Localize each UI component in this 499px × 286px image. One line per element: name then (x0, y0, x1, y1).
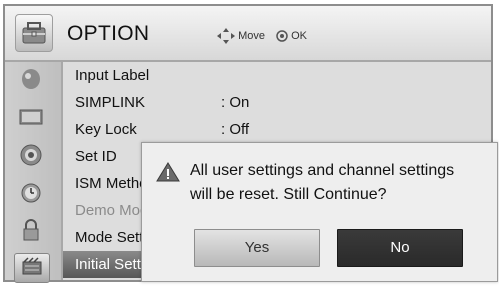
menu-item-label: Set ID (75, 148, 117, 165)
warning-icon (156, 162, 180, 182)
menu-item-label: Mode Sett (75, 229, 144, 246)
lock-icon[interactable] (14, 217, 48, 245)
dialog-message-line-2: will be reset. Still Continue? (190, 186, 387, 203)
page-title: OPTION (67, 22, 150, 45)
menu-item-value: : On (221, 94, 250, 111)
menu-item-label: SIMPLINK (75, 94, 146, 111)
move-hint-label: Move (238, 30, 265, 42)
menu-item-input-label[interactable]: Input Label (63, 62, 491, 89)
move-arrows-icon (217, 28, 235, 44)
picture-icon[interactable] (14, 65, 48, 93)
category-sidebar (5, 62, 63, 283)
menu-item-label: Initial Sett (75, 256, 141, 273)
dialog-message: All user settings and channel settings w… (190, 159, 490, 207)
menu-item-label: Demo Moc (75, 202, 148, 219)
no-button[interactable]: No (337, 229, 463, 267)
menu-item-simplink[interactable]: SIMPLINK : On (63, 89, 491, 116)
menu-item-label: Input Label (75, 67, 150, 84)
audio-icon[interactable] (14, 141, 48, 169)
option-toolbox-icon (15, 14, 53, 52)
dialog-message-line-1: All user settings and channel settings (190, 162, 455, 179)
screen-icon[interactable] (14, 103, 48, 131)
navigation-hints: Move OK (217, 28, 315, 44)
clock-icon[interactable] (14, 179, 48, 207)
menu-item-key-lock[interactable]: Key Lock : Off (63, 116, 491, 143)
menu-header: OPTION Move OK (5, 6, 491, 62)
ok-hint-label: OK (291, 30, 307, 42)
yes-button[interactable]: Yes (194, 229, 320, 267)
ok-button-icon (276, 30, 288, 42)
option-icon[interactable] (14, 253, 50, 283)
menu-item-label: ISM Metho (75, 175, 148, 192)
menu-item-value: : Off (221, 121, 250, 138)
reset-confirm-dialog: All user settings and channel settings w… (141, 142, 498, 282)
menu-item-label: Key Lock (75, 121, 137, 138)
